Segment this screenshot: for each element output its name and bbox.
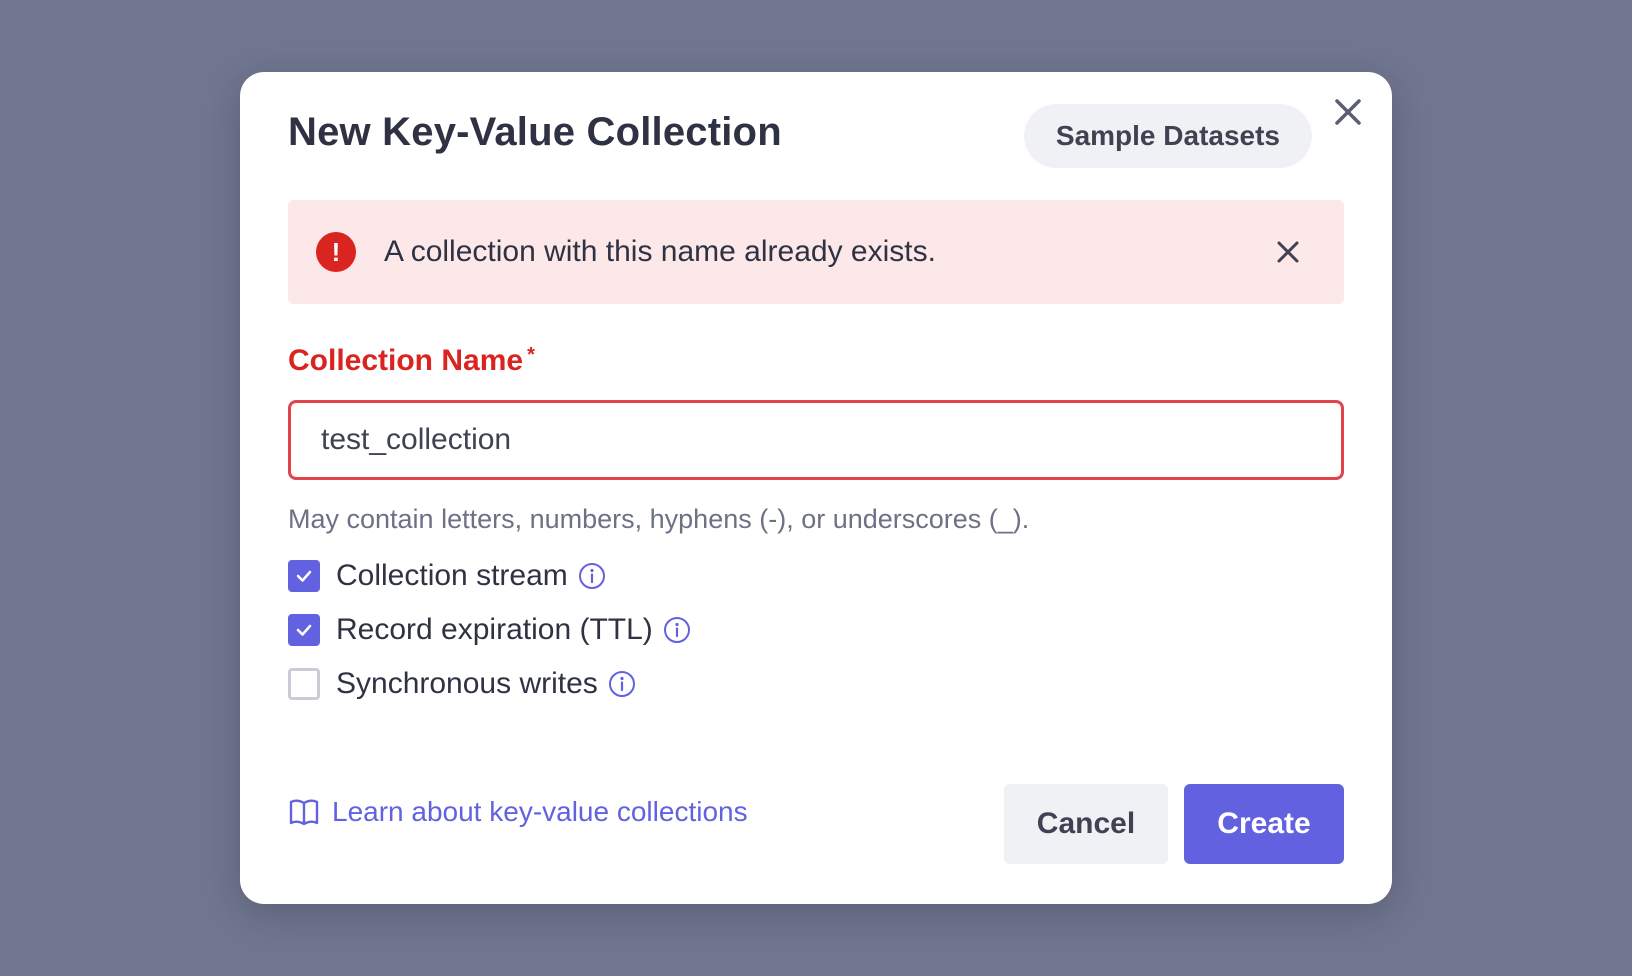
- info-icon[interactable]: [663, 616, 691, 644]
- alert-message: A collection with this name already exis…: [384, 235, 936, 268]
- collection-name-label-text: Collection Name: [288, 344, 524, 377]
- name-helper-text: May contain letters, numbers, hyphens (-…: [288, 504, 1030, 534]
- option-collection-stream[interactable]: Collection stream: [288, 558, 606, 594]
- dismiss-alert-button[interactable]: [1272, 236, 1304, 268]
- required-marker: *: [527, 344, 535, 366]
- book-icon: [289, 799, 319, 826]
- info-icon[interactable]: [578, 562, 606, 590]
- synchronous-writes-label: Synchronous writes: [336, 667, 598, 700]
- sample-datasets-button[interactable]: Sample Datasets: [1023, 104, 1312, 168]
- collection-name-input[interactable]: [288, 400, 1344, 480]
- synchronous-writes-checkbox[interactable]: [288, 668, 320, 700]
- close-dialog-button[interactable]: [1330, 94, 1366, 130]
- error-alert: ! A collection with this name already ex…: [288, 200, 1344, 304]
- record-expiration-label: Record expiration (TTL): [336, 613, 653, 646]
- cancel-button[interactable]: Cancel: [1004, 784, 1168, 864]
- close-icon: [1335, 99, 1361, 125]
- record-expiration-checkbox[interactable]: [288, 614, 320, 646]
- learn-link[interactable]: Learn about key-value collections: [288, 796, 748, 828]
- option-record-expiration[interactable]: Record expiration (TTL): [288, 612, 691, 648]
- collection-name-label: Collection Name *: [288, 344, 535, 378]
- close-icon: [1277, 241, 1299, 263]
- checkmark-icon: [296, 570, 312, 582]
- learn-link-text[interactable]: Learn about key-value collections: [332, 796, 748, 828]
- checkmark-icon: [296, 624, 312, 636]
- create-button[interactable]: Create: [1184, 784, 1344, 864]
- dialog-title: New Key-Value Collection: [288, 110, 782, 154]
- collection-stream-label: Collection stream: [336, 559, 568, 592]
- exclamation-icon: !: [316, 232, 356, 272]
- info-icon[interactable]: [608, 670, 636, 698]
- option-synchronous-writes[interactable]: Synchronous writes: [288, 666, 636, 702]
- new-collection-dialog: New Key-Value Collection Sample Datasets…: [240, 72, 1392, 904]
- collection-stream-checkbox[interactable]: [288, 560, 320, 592]
